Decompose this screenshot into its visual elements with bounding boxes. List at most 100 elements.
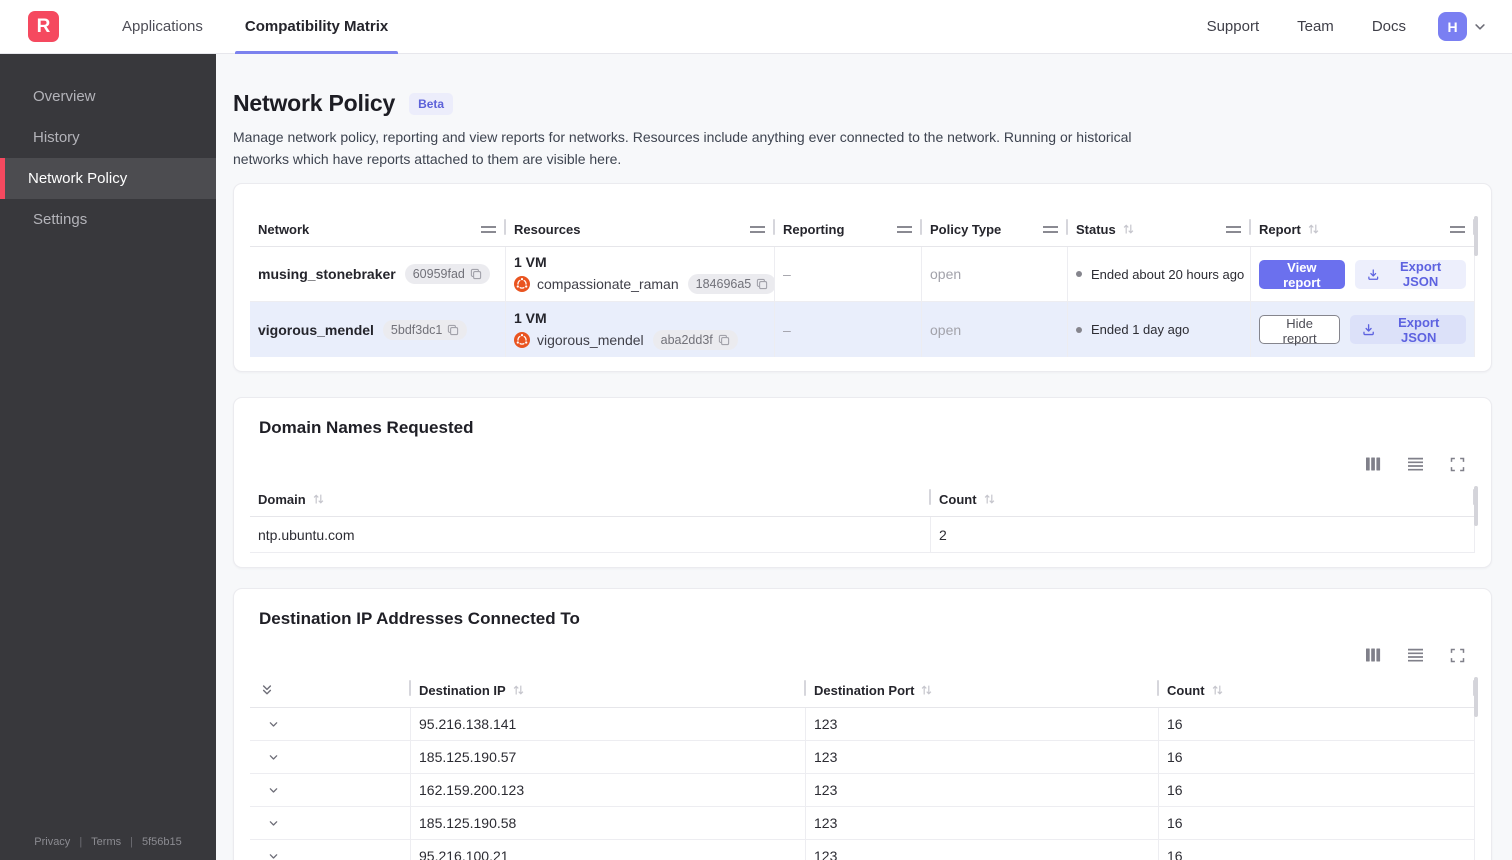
sidebar-footer: Privacy | Terms | 5f56b15 <box>0 822 216 860</box>
domain-row[interactable]: ntp.ubuntu.com 2 <box>250 517 1475 554</box>
chevron-down-icon[interactable] <box>265 782 282 799</box>
column-header-domain: Domain <box>250 488 931 516</box>
chevron-down-icon[interactable] <box>265 848 282 860</box>
download-icon <box>1367 269 1378 280</box>
column-header-status: Status <box>1068 218 1251 246</box>
sort-icon[interactable] <box>984 493 995 505</box>
download-icon <box>1363 324 1375 336</box>
policy-type-cell: open <box>922 302 1068 358</box>
sort-icon[interactable] <box>921 684 932 696</box>
count-cell: 16 <box>1159 741 1475 774</box>
destination-row[interactable]: 185.125.190.58 123 16 <box>250 807 1475 841</box>
link-team[interactable]: Team <box>1297 18 1334 35</box>
report-cell: View report Export JSON <box>1251 247 1475 302</box>
chevron-down-icon[interactable] <box>265 716 282 733</box>
count-cell: 16 <box>1159 807 1475 840</box>
copy-icon[interactable] <box>447 324 459 336</box>
status-cell: Ended about 20 hours ago <box>1068 247 1251 302</box>
column-header-expand-all <box>250 679 411 707</box>
count-cell: 16 <box>1159 774 1475 807</box>
density-icon[interactable] <box>1405 645 1426 665</box>
view-report-button[interactable]: View report <box>1259 259 1345 290</box>
column-header-destination-port: Destination Port <box>806 679 1159 707</box>
vm-count: 1 VM <box>514 309 547 326</box>
network-row-vigorous-mendel[interactable]: vigorous_mendel 5bdf3dc1 1 VM vigorous_m… <box>250 302 1475 358</box>
report-cell: Hide report Export JSON <box>1251 302 1475 358</box>
density-icon[interactable] <box>1405 454 1426 474</box>
avatar[interactable]: H <box>1438 12 1467 41</box>
copy-icon[interactable] <box>756 278 768 290</box>
ubuntu-icon <box>514 276 530 293</box>
sidebar-item-settings[interactable]: Settings <box>0 199 216 240</box>
column-header-destination-ip: Destination IP <box>411 679 806 707</box>
privacy-link[interactable]: Privacy <box>34 836 70 848</box>
terms-link[interactable]: Terms <box>91 836 121 848</box>
copy-icon[interactable] <box>470 268 482 280</box>
page-title: Network Policy <box>233 90 396 116</box>
policy-type-cell: open <box>922 247 1068 302</box>
table-toolbar <box>250 454 1467 474</box>
destination-row[interactable]: 185.125.190.57 123 16 <box>250 741 1475 775</box>
table-scrollbar[interactable] <box>1474 486 1478 527</box>
export-json-button[interactable]: Export JSON <box>1354 259 1466 289</box>
double-chevron-down-icon[interactable] <box>258 681 276 699</box>
app-logo[interactable]: R <box>28 11 59 42</box>
sort-icon[interactable] <box>1123 223 1134 235</box>
port-cell: 123 <box>806 774 1159 807</box>
sidebar-item-network-policy[interactable]: Network Policy <box>0 158 216 199</box>
sort-icon[interactable] <box>1212 684 1223 696</box>
columns-icon[interactable] <box>1363 645 1383 665</box>
status-dot <box>1076 326 1082 333</box>
column-header-report: Report <box>1251 218 1475 246</box>
domains-table-header: Domain Count <box>250 488 1475 518</box>
networks-table-header: Network Resources Reporting Policy Type <box>250 218 1475 248</box>
sort-icon[interactable] <box>513 684 524 696</box>
divider: | <box>79 836 83 848</box>
chevron-down-icon[interactable] <box>265 815 282 832</box>
column-header-resources: Resources <box>506 218 775 246</box>
drag-handle-icon[interactable] <box>897 225 912 233</box>
drag-handle-icon[interactable] <box>1450 225 1465 233</box>
ubuntu-icon <box>514 331 530 348</box>
columns-icon[interactable] <box>1363 454 1383 474</box>
resources-cell: 1 VM compassionate_raman 184696a5 <box>506 247 775 302</box>
divider: | <box>130 836 133 848</box>
destinations-table-header: Destination IP Destination Port Count <box>250 679 1475 709</box>
fullscreen-icon[interactable] <box>1448 455 1467 474</box>
resource-name: vigorous_mendel <box>537 331 644 348</box>
tab-applications[interactable]: Applications <box>116 0 209 54</box>
domains-card-title: Domain Names Requested <box>259 418 474 438</box>
tab-compatibility-matrix[interactable]: Compatibility Matrix <box>234 0 399 54</box>
reporting-cell: – <box>775 247 922 302</box>
destination-row[interactable]: 95.216.100.21 123 16 <box>250 840 1475 860</box>
network-row-musing-stonebraker[interactable]: musing_stonebraker 60959fad 1 VM compass… <box>250 247 1475 303</box>
hide-report-button[interactable]: Hide report <box>1259 315 1341 346</box>
copy-icon[interactable] <box>718 334 730 346</box>
chevron-down-icon[interactable] <box>1472 19 1488 35</box>
column-header-network: Network <box>250 218 506 246</box>
status-dot <box>1076 271 1082 278</box>
sidebar-item-overview[interactable]: Overview <box>0 76 216 117</box>
link-support[interactable]: Support <box>1207 18 1260 35</box>
top-nav-links: Support Team Docs H <box>1207 12 1488 41</box>
link-docs[interactable]: Docs <box>1372 18 1406 35</box>
sort-icon[interactable] <box>313 493 324 505</box>
sidebar-item-history[interactable]: History <box>0 117 216 158</box>
resources-cell: 1 VM vigorous_mendel aba2dd3f <box>506 302 775 358</box>
table-toolbar <box>250 645 1467 665</box>
drag-handle-icon[interactable] <box>481 225 496 233</box>
user-menu[interactable]: H <box>1438 12 1488 41</box>
sort-icon[interactable] <box>1308 223 1319 235</box>
column-header-reporting: Reporting <box>775 218 922 246</box>
drag-handle-icon[interactable] <box>1043 225 1058 233</box>
export-json-button[interactable]: Export JSON <box>1350 315 1466 345</box>
ip-cell: 185.125.190.58 <box>411 807 806 840</box>
destination-row[interactable]: 95.216.138.141 123 16 <box>250 708 1475 742</box>
table-scrollbar[interactable] <box>1474 677 1478 718</box>
chevron-down-icon[interactable] <box>265 749 282 766</box>
drag-handle-icon[interactable] <box>750 225 765 233</box>
table-scrollbar[interactable] <box>1474 216 1478 257</box>
drag-handle-icon[interactable] <box>1226 225 1241 233</box>
destination-row[interactable]: 162.159.200.123 123 16 <box>250 774 1475 808</box>
fullscreen-icon[interactable] <box>1448 646 1467 665</box>
